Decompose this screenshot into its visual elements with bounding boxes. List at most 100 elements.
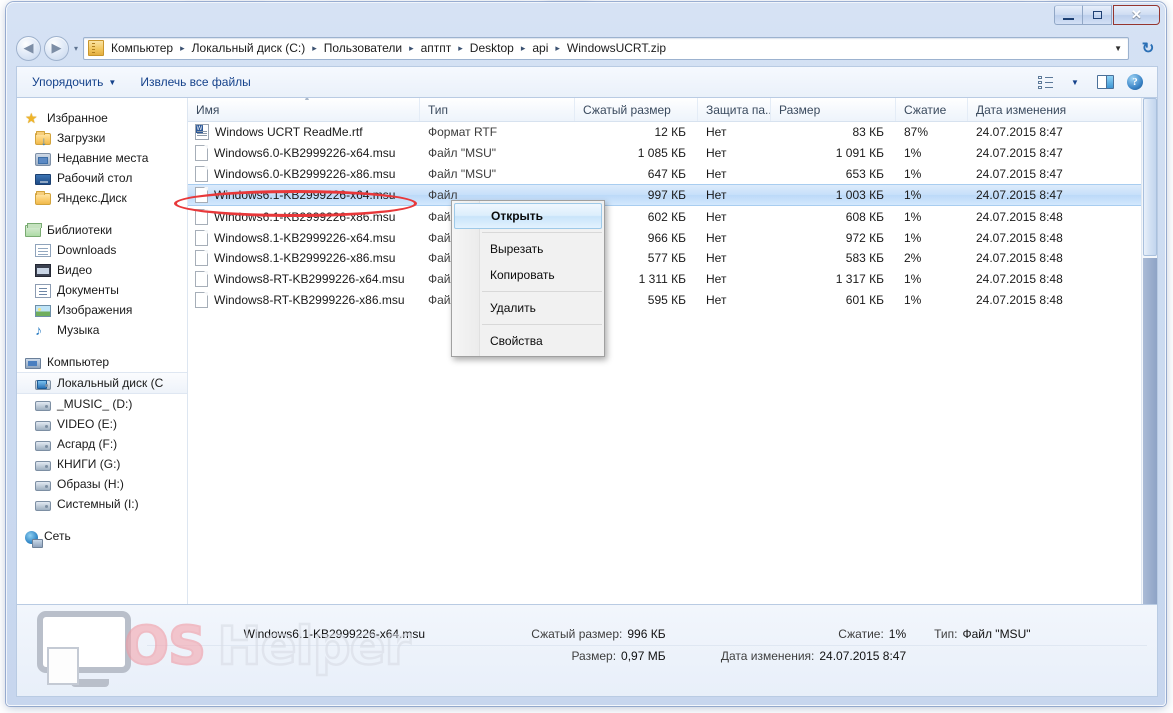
file-name-cell[interactable]: Windows6.0-KB2999226-x64.msu [188, 145, 420, 162]
breadcrumb-item-1[interactable]: Локальный диск (C:) [189, 39, 309, 57]
file-name-cell[interactable]: Windows8-RT-KB2999226-x64.msu [188, 271, 420, 288]
table-row[interactable]: Windows8-RT-KB2999226-x64.msu Файл 1 311… [188, 269, 1157, 290]
forward-button[interactable]: ▶ [44, 35, 69, 61]
table-row[interactable]: Windows UCRT ReadMe.rtf Формат RTF 12 КБ… [188, 122, 1157, 143]
address-bar[interactable]: Компьютер ▸ Локальный диск (C:) ▸ Пользо… [83, 36, 1129, 60]
video-library-icon [35, 264, 51, 277]
nav-header-libraries[interactable]: Библиотеки [17, 220, 187, 240]
address-dropdown-icon[interactable]: ▼ [1114, 44, 1122, 53]
file-name-cell[interactable]: Windows6.0-KB2999226-x86.msu [188, 165, 420, 182]
status-divider [147, 645, 1147, 646]
refresh-button[interactable]: ↻ [1137, 37, 1159, 60]
scrollbar-thumb[interactable] [1143, 98, 1157, 256]
scrollbar-track[interactable] [1143, 258, 1157, 604]
sidebar-item-recent-places[interactable]: Недавние места [17, 148, 187, 168]
table-row[interactable]: Windows6.0-KB2999226-x64.msu Файл "MSU" … [188, 143, 1157, 164]
file-compressed-size-cell: 647 КБ [647, 166, 686, 181]
table-row[interactable]: Windows8.1-KB2999226-x86.msu Файл 577 КБ… [188, 248, 1157, 269]
nav-header-computer[interactable]: Компьютер [17, 352, 187, 372]
context-menu-item-properties[interactable]: Свойства [452, 328, 604, 354]
breadcrumb-separator[interactable]: ▸ [405, 43, 418, 54]
file-name-cell[interactable]: Windows6.1-KB2999226-x86.msu [188, 208, 420, 225]
column-header-date-modified[interactable]: Дата изменения [968, 98, 1148, 121]
sidebar-item-local-disk-c[interactable]: Локальный диск (C [17, 372, 187, 394]
breadcrumb-item-5[interactable]: api [529, 39, 551, 57]
maximize-button[interactable] [1083, 5, 1112, 25]
table-row[interactable]: Windows6.0-KB2999226-x86.msu Файл "MSU" … [188, 164, 1157, 185]
change-view-button[interactable] [1031, 71, 1059, 93]
file-name-cell[interactable]: Windows UCRT ReadMe.rtf [188, 124, 420, 141]
nav-header-network[interactable]: Сеть [17, 526, 187, 548]
extract-all-button[interactable]: Извлечь все файлы [131, 70, 259, 94]
column-header-ratio[interactable]: Сжатие [896, 98, 968, 121]
back-button[interactable]: ◀ [16, 35, 41, 61]
file-type-cell: Файл "MSU" [428, 146, 497, 161]
column-header-protection[interactable]: Защита па... [698, 98, 771, 121]
view-dropdown-button[interactable]: ▼ [1061, 71, 1089, 93]
context-menu-item-delete[interactable]: Удалить [452, 295, 604, 321]
minimize-button[interactable] [1054, 5, 1083, 25]
back-icon: ◀ [23, 40, 34, 55]
table-row[interactable]: Windows6.1-KB2999226-x86.msu Файл 602 КБ… [188, 206, 1157, 227]
table-row-selected[interactable]: Windows6.1-KB2999226-x64.msu Файл 997 КБ… [188, 184, 1157, 207]
table-row[interactable]: Windows8-RT-KB2999226-x86.msu Файл 595 К… [188, 290, 1157, 311]
sidebar-item-drive-e[interactable]: VIDEO (E:) [17, 414, 187, 434]
minimize-icon [1063, 17, 1074, 20]
file-date-cell: 24.07.2015 8:47 [976, 146, 1063, 161]
title-bar[interactable]: ✕ [7, 3, 1165, 31]
sidebar-item-video[interactable]: Видео [17, 260, 187, 280]
context-menu-item-cut[interactable]: Вырезать [452, 236, 604, 262]
breadcrumb-item-2[interactable]: Пользователи [321, 39, 405, 57]
sidebar-item-music[interactable]: ♪ Музыка [17, 320, 187, 340]
file-ratio-cell: 1% [904, 272, 922, 287]
file-name-cell[interactable]: Windows8.1-KB2999226-x64.msu [188, 229, 420, 246]
breadcrumb-separator[interactable]: ▸ [551, 43, 564, 54]
status-filename-field: Windows6.1-KB2999226-x64.msu [147, 627, 425, 641]
sidebar-item-label: Локальный диск (C [57, 376, 164, 390]
file-name-cell[interactable]: Windows8-RT-KB2999226-x86.msu [188, 291, 420, 308]
sidebar-item-drive-f[interactable]: Асгард (F:) [17, 434, 187, 454]
breadcrumb-item-0[interactable]: Компьютер [108, 39, 176, 57]
file-name-cell[interactable]: Windows6.1-KB2999226-x64.msu [188, 187, 420, 204]
sidebar-item-drive-i[interactable]: Системный (I:) [17, 494, 187, 514]
context-menu-item-label: Копировать [490, 268, 555, 282]
address-bar-row: ◀ ▶ ▾ Компьютер ▸ Локальный диск (C:) ▸ … [7, 31, 1165, 65]
sidebar-item-drive-h[interactable]: Образы (H:) [17, 474, 187, 494]
breadcrumb-item-3[interactable]: аптпт [418, 39, 455, 57]
sidebar-item-drive-d[interactable]: _MUSIC_ (D:) [17, 394, 187, 414]
preview-pane-button[interactable] [1091, 71, 1119, 93]
history-dropdown-button[interactable]: ▾ [69, 36, 83, 61]
sidebar-item-desktop[interactable]: Рабочий стол [17, 168, 187, 188]
nav-header-label: Избранное [47, 111, 108, 125]
sidebar-item-downloads[interactable]: Загрузки [17, 128, 187, 148]
desktop-icon [35, 173, 51, 185]
context-menu-item-open[interactable]: Открыть [454, 203, 602, 229]
breadcrumb-separator[interactable]: ▸ [454, 43, 467, 54]
status-bar: Windows6.1-KB2999226-x64.msu Сжатый разм… [16, 605, 1158, 697]
file-protection-cell: Нет [706, 251, 727, 266]
close-button[interactable]: ✕ [1113, 5, 1160, 25]
sidebar-item-yandex-disk[interactable]: Яндекс.Диск [17, 188, 187, 208]
status-size-value: 0,97 МБ [621, 649, 666, 663]
organize-menu-button[interactable]: Упорядочить ▼ [23, 70, 125, 94]
sidebar-item-documents[interactable]: Документы [17, 280, 187, 300]
column-header-name[interactable]: Имя [188, 98, 420, 121]
column-header-size[interactable]: Размер [771, 98, 896, 121]
breadcrumb-separator[interactable]: ▸ [176, 43, 189, 54]
sidebar-item-pictures[interactable]: Изображения [17, 300, 187, 320]
sidebar-item-drive-g[interactable]: КНИГИ (G:) [17, 454, 187, 474]
context-menu-item-copy[interactable]: Копировать [452, 262, 604, 288]
column-header-type[interactable]: Тип [420, 98, 575, 121]
sidebar-item-downloads-library[interactable]: Downloads [17, 240, 187, 260]
breadcrumb-separator[interactable]: ▸ [308, 43, 321, 54]
file-name-cell[interactable]: Windows8.1-KB2999226-x86.msu [188, 250, 420, 267]
table-row[interactable]: Windows8.1-KB2999226-x64.msu Файл 966 КБ… [188, 227, 1157, 248]
breadcrumb-separator[interactable]: ▸ [517, 43, 530, 54]
nav-header-favorites[interactable]: ★ Избранное [17, 108, 187, 128]
breadcrumb-item-4[interactable]: Desktop [467, 39, 517, 57]
column-header-label: Защита па... [706, 102, 771, 117]
vertical-scrollbar[interactable] [1141, 98, 1157, 604]
column-header-compressed-size[interactable]: Сжатый размер [575, 98, 698, 121]
breadcrumb-item-6[interactable]: WindowsUCRT.zip [564, 39, 669, 57]
help-button[interactable]: ? [1121, 71, 1149, 93]
